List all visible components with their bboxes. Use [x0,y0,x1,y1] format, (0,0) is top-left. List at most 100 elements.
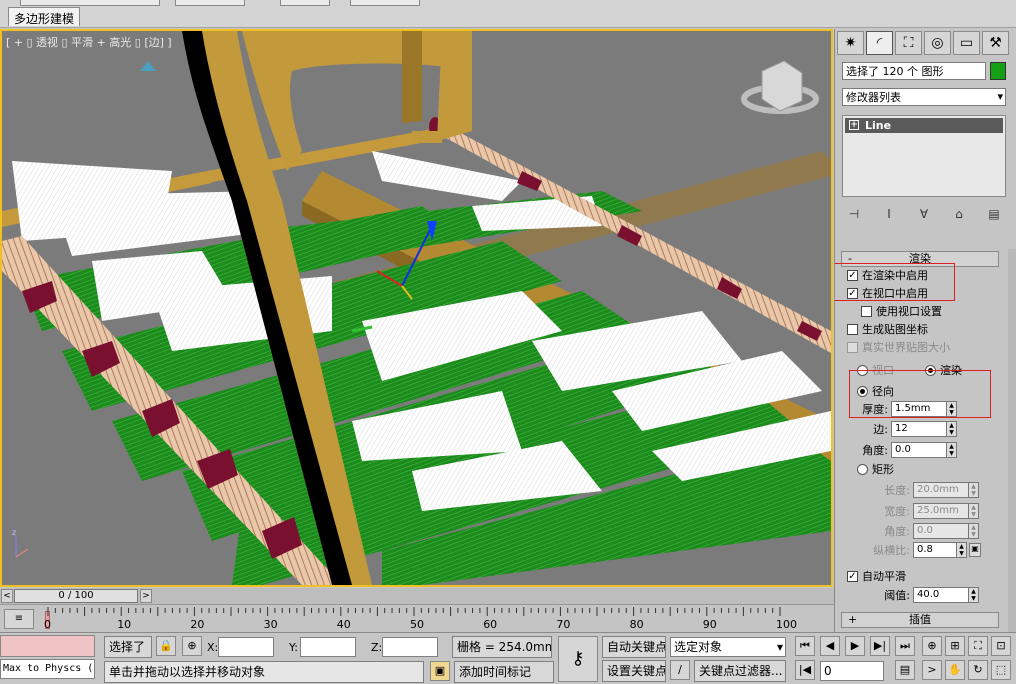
tick-label: 40 [336,618,351,631]
orbit-icon[interactable]: ↻ [968,660,988,680]
pan-icon[interactable]: ✋ [945,660,965,680]
zoom-all-icon[interactable]: ⊞ [945,636,965,656]
real-world-map-checkbox[interactable]: 真实世界贴图大小 [847,339,950,355]
length-spinner[interactable]: 长度: 20.0mm ▲ ▼ [857,481,979,499]
tick-label: 60 [483,618,498,631]
viewport-label[interactable]: [ + ▯ 透视 ▯ 平滑 + 高光 ▯ [边] ] [6,34,172,50]
object-color-swatch[interactable] [990,62,1006,80]
rollout-interpolation[interactable]: + 插值 [841,612,999,628]
threshold-spinner[interactable]: 阈值: 40.0 ▲ ▼ [857,586,979,604]
motion-icon[interactable]: ◎ [924,31,951,55]
maximize-viewport-icon[interactable]: ⬚ [991,660,1011,680]
expand-icon[interactable]: + [849,120,859,130]
rect-angle-input[interactable]: 0.0 [913,523,969,539]
remove-modifier-icon[interactable]: ⌂ [947,205,971,223]
stack-item-line[interactable]: + Line [845,118,1003,133]
prev-frame-arrow[interactable]: < [1,589,13,603]
zoom-extents-icon[interactable]: ⛶ [968,636,988,656]
use-viewport-settings-checkbox[interactable]: 使用视口设置 [861,303,942,319]
length-input[interactable]: 20.0mm [913,482,969,498]
expand-icon: + [848,613,858,626]
lock-selection-icon[interactable]: 🔒 [156,636,176,656]
modify-icon[interactable]: ◜ [866,31,893,55]
field-of-view-icon[interactable]: > [922,660,942,680]
spinner-arrows-icon[interactable]: ▲ ▼ [947,442,957,458]
make-unique-icon[interactable]: ∀ [912,205,936,223]
configure-sets-icon[interactable]: ▤ [982,205,1006,223]
tab-polygon-modeling[interactable]: 多边形建模 [8,7,81,26]
panel-scrollbar[interactable] [1008,249,1016,633]
selected-object-dropdown[interactable]: 选定对象 ▾ [670,637,786,657]
time-slider-thumb[interactable]: 0 / 100 [14,589,138,603]
default-tangents-icon[interactable]: ∕ [670,660,690,680]
current-frame-field[interactable]: 0 [820,661,884,681]
aspect-spinner[interactable]: 纵横比: 0.8 ▲ ▼ ▣ [857,541,981,559]
pin-stack-icon[interactable]: ⊣ [842,205,866,223]
rect-angle-spinner[interactable]: 角度: 0.0 ▲ ▼ [857,522,979,540]
sides-input[interactable]: 12 [891,421,947,437]
x-coord-field[interactable] [218,637,274,657]
radio-rectangular[interactable]: 矩形 [857,461,894,477]
width-spinner[interactable]: 宽度: 25.0mm ▲ ▼ [857,502,979,520]
set-key-icon[interactable]: ⚷ [558,636,598,682]
key-filters-button[interactable]: 关键点过滤器... [694,660,786,682]
status-bar: Max to Physcs ( 选择了 🔒 ⊕ X: Y: Z: 栅格 = 25… [0,632,1016,684]
dropdown-value: 选定对象 [674,640,723,654]
spinner-arrows-icon[interactable]: ▲ ▼ [969,482,979,498]
perspective-viewport[interactable]: [ + ▯ 透视 ▯ 平滑 + 高光 ▯ [边] ] z [0,29,833,587]
viewcube [761,60,803,112]
goto-end-icon[interactable]: ⏭ [895,636,915,656]
hierarchy-icon[interactable]: ⛶ [895,31,922,55]
lock-icon[interactable]: ▣ [969,543,981,557]
selection-count-label: 选择了 [104,636,152,658]
create-icon[interactable]: ✷ [837,31,864,55]
aspect-input[interactable]: 0.8 [913,542,957,558]
auto-key-button[interactable]: 自动关键点 [602,636,666,658]
set-key-button[interactable]: 设置关键点 [602,660,666,682]
ribbon-tab[interactable] [20,0,160,6]
spinner-arrows-icon[interactable]: ▲ ▼ [957,542,967,558]
display-icon[interactable]: ▭ [953,31,980,55]
maxscript-listener[interactable] [0,635,95,657]
modifier-list-dropdown[interactable]: 修改器列表 ▾ [842,88,1006,106]
show-end-result-icon[interactable]: Ι [877,205,901,223]
scene-render: z [2,31,831,585]
ribbon-tab[interactable] [175,0,245,6]
spinner-arrows-icon[interactable]: ▲ ▼ [969,587,979,603]
checkbox-label: 真实世界贴图大小 [862,341,950,354]
time-tag-icon[interactable]: ▣ [430,661,450,681]
zoom-icon[interactable]: ⊕ [922,636,942,656]
add-time-tag-button[interactable]: 添加时间标记 [454,661,554,683]
ribbon-tab[interactable] [280,0,330,6]
angle-input[interactable]: 0.0 [891,442,947,458]
spinner-arrows-icon[interactable]: ▲ ▼ [969,523,979,539]
time-config-icon[interactable]: ▤ [895,660,915,680]
threshold-input[interactable]: 40.0 [913,587,969,603]
width-input[interactable]: 25.0mm [913,503,969,519]
script-output[interactable]: Max to Physcs ( [0,659,95,679]
y-coord-field[interactable] [300,637,356,657]
time-slider[interactable]: < 0 / 100 > [0,588,834,604]
spinner-arrows-icon[interactable]: ▲ ▼ [947,421,957,437]
selection-name-field[interactable]: 选择了 120 个 图形 [842,62,986,80]
next-key-icon[interactable]: ▶| [870,636,890,656]
track-bar[interactable]: ≡ 0 10 20 30 40 50 60 70 80 90 100 [0,604,834,632]
generate-mapping-checkbox[interactable]: 生成贴图坐标 [847,321,928,337]
zoom-extents-all-icon[interactable]: ⊡ [991,636,1011,656]
key-mode-icon[interactable]: |◀ [795,660,815,680]
tick-label: 0 [44,618,51,631]
ribbon-tab[interactable] [350,0,420,6]
play-icon[interactable]: ▶ [845,636,865,656]
z-coord-field[interactable] [382,637,438,657]
utilities-icon[interactable]: ⚒ [982,31,1009,55]
angle-spinner[interactable]: 角度: 0.0 ▲ ▼ [857,441,957,459]
goto-start-icon[interactable]: ⏮ [795,636,815,656]
sides-spinner[interactable]: 边: 12 ▲ ▼ [857,420,957,438]
spinner-arrows-icon[interactable]: ▲ ▼ [969,503,979,519]
z-label: Z: [371,641,383,654]
prev-key-icon[interactable]: ◀ [820,636,840,656]
next-frame-arrow[interactable]: > [140,589,152,603]
absolute-mode-icon[interactable]: ⊕ [182,636,202,656]
auto-smooth-checkbox[interactable]: ✓ 自动平滑 [847,568,906,584]
modifier-stack[interactable]: + Line [842,115,1006,197]
